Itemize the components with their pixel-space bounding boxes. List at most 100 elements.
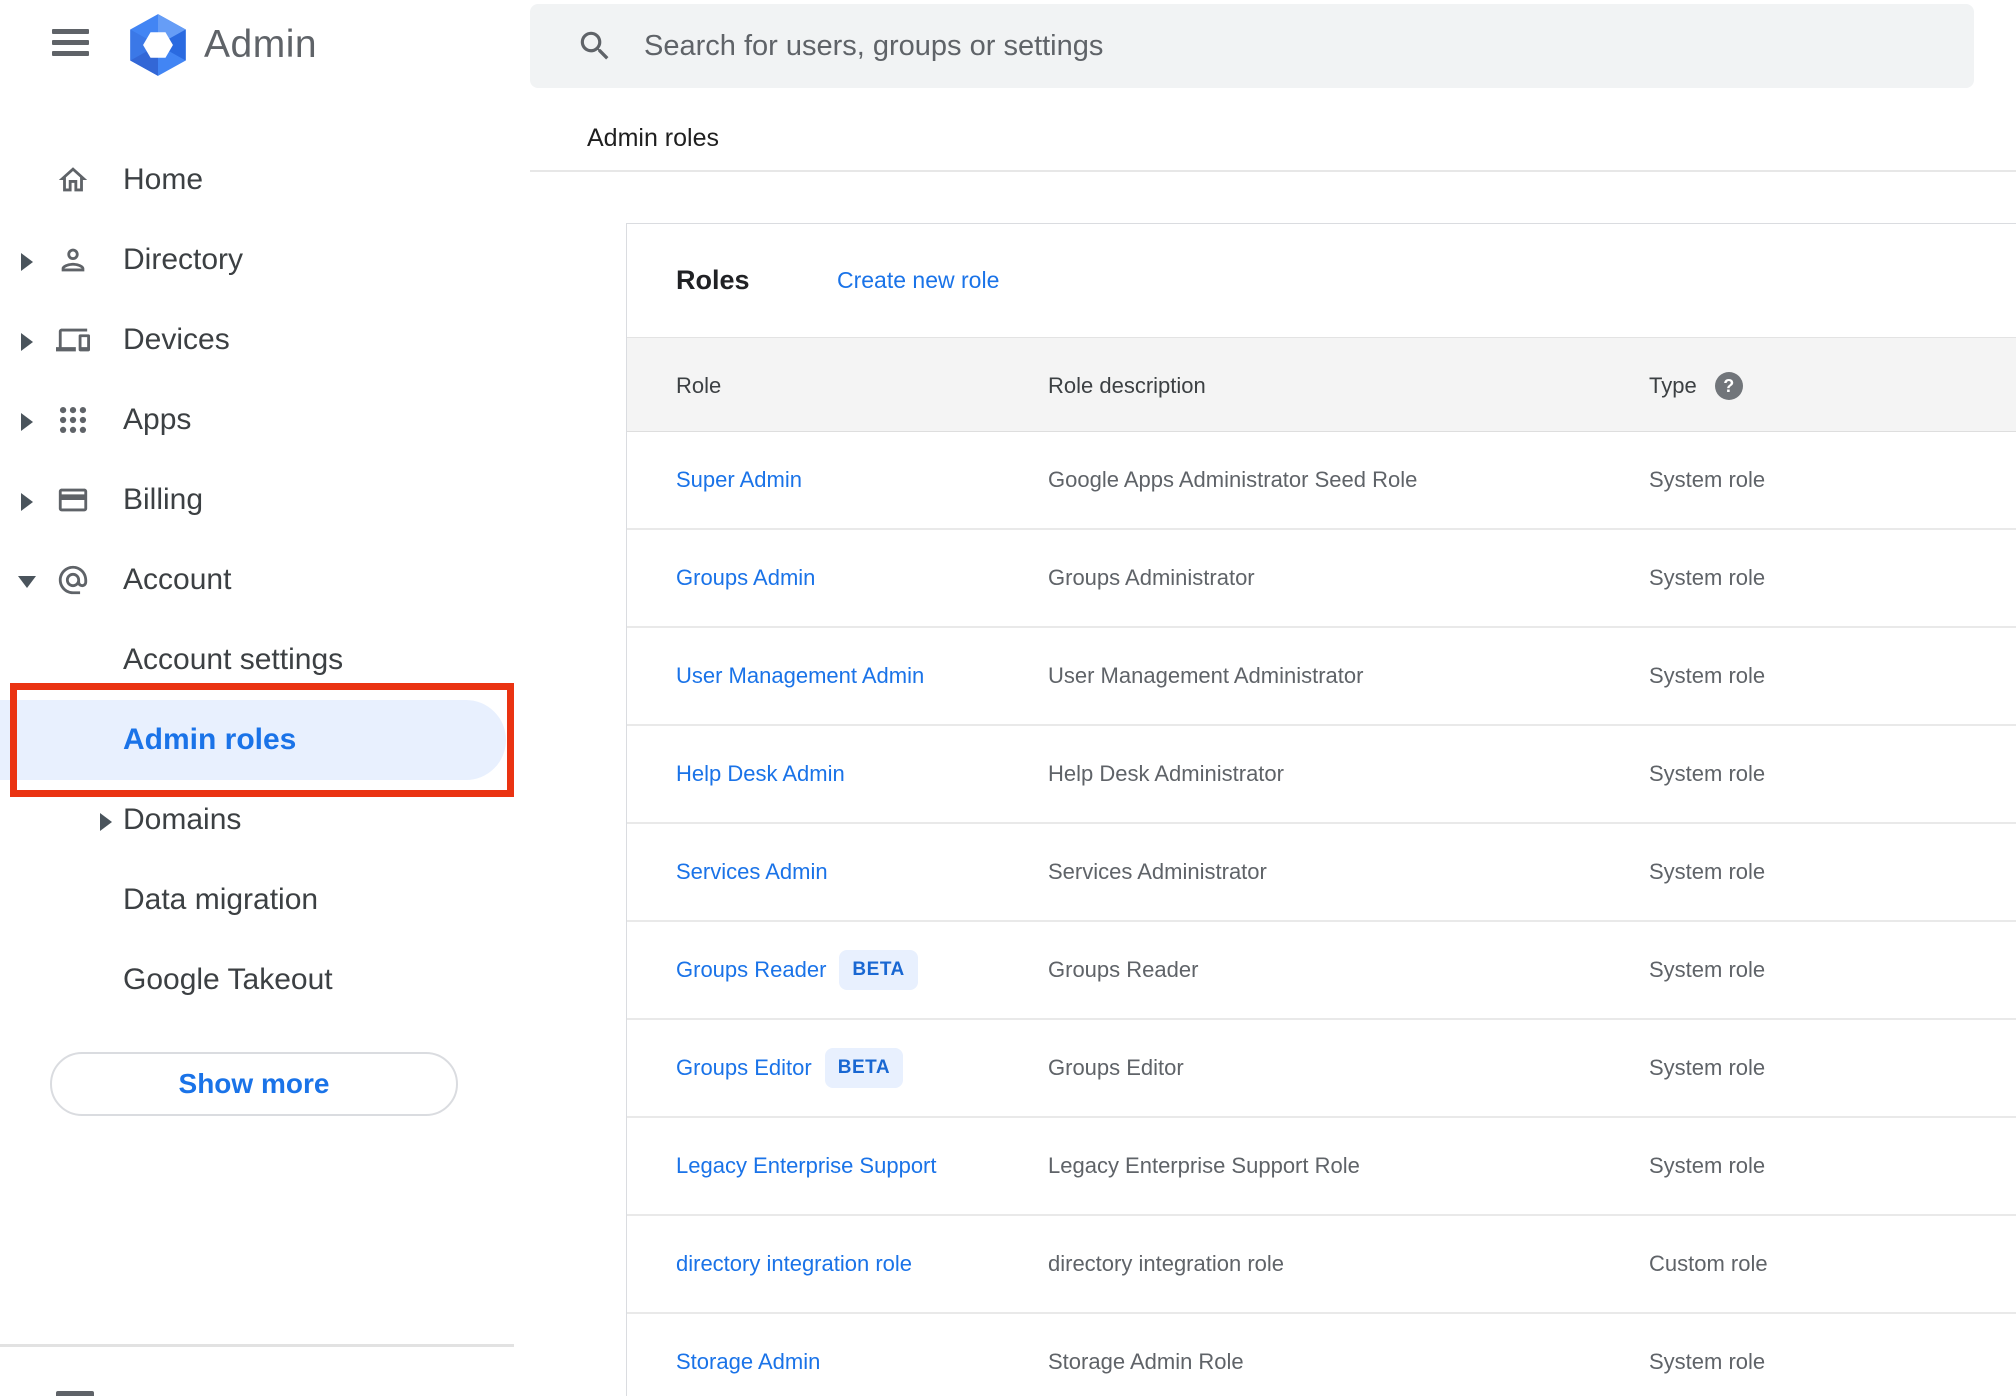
table-row: directory integration role directory int… (627, 1216, 2016, 1314)
role-link[interactable]: Storage Admin (676, 1349, 820, 1375)
sidebar-item-account[interactable]: Account (0, 540, 530, 620)
breadcrumb: Admin roles (587, 124, 719, 152)
role-type: System role (1649, 761, 1766, 786)
sidebar-item-billing[interactable]: Billing (0, 460, 530, 540)
show-more-button[interactable]: Show more (50, 1052, 458, 1116)
sidebar-item-label: Devices (123, 323, 230, 356)
sidebar-item-admin-roles[interactable]: Admin roles (0, 683, 530, 797)
apps-grid-icon (56, 403, 90, 437)
role-description: Services Administrator (1048, 859, 1267, 884)
role-link[interactable]: Groups Reader (676, 957, 826, 983)
billing-card-icon (56, 483, 90, 517)
sidebar-item-label: Account settings (123, 643, 344, 676)
help-icon[interactable]: ? (1714, 371, 1743, 400)
sidebar-item-google-takeout[interactable]: Google Takeout (0, 940, 530, 1020)
table-row: Groups Editor BETA Groups Editor System … (627, 1020, 2016, 1118)
directory-person-icon (56, 243, 90, 277)
role-description: Groups Editor (1048, 1055, 1184, 1080)
role-type: System role (1649, 957, 1766, 982)
card-title: Roles (676, 265, 750, 295)
role-description: Groups Reader (1048, 957, 1199, 982)
beta-badge: BETA (824, 1048, 904, 1088)
column-header-role: Role (676, 373, 722, 398)
app-title: Admin (204, 23, 318, 66)
role-link[interactable]: Services Admin (676, 859, 828, 885)
admin-logo-icon (130, 14, 186, 76)
roles-table-body: Super Admin Google Apps Administrator Se… (627, 432, 2016, 1396)
role-description: directory integration role (1048, 1251, 1285, 1276)
role-description: Google Apps Administrator Seed Role (1048, 467, 1418, 492)
at-sign-icon (56, 563, 90, 597)
search-icon (580, 31, 609, 60)
table-row: Services Admin Services Administrator Sy… (627, 824, 2016, 922)
sidebar-item-label: Directory (123, 243, 244, 276)
sidebar-divider (0, 1344, 514, 1347)
table-row: User Management Admin User Management Ad… (627, 628, 2016, 726)
table-row: Super Admin Google Apps Administrator Se… (627, 432, 2016, 530)
role-description: Legacy Enterprise Support Role (1048, 1153, 1360, 1178)
role-type: Custom role (1649, 1251, 1768, 1276)
expand-right-icon[interactable] (21, 333, 33, 351)
column-header-description: Role description (1048, 373, 1206, 398)
table-row: Groups Admin Groups Administrator System… (627, 530, 2016, 628)
role-description: Help Desk Administrator (1048, 761, 1284, 786)
table-row: Help Desk Admin Help Desk Administrator … (627, 726, 2016, 824)
role-type: System role (1649, 1349, 1766, 1374)
sidebar-item-label: Domains (123, 803, 242, 836)
role-link[interactable]: User Management Admin (676, 663, 924, 689)
table-row: Groups Reader BETA Groups Reader System … (627, 922, 2016, 1020)
role-type: System role (1649, 467, 1766, 492)
role-link[interactable]: Groups Admin (676, 565, 815, 591)
devices-icon (56, 323, 90, 357)
table-header-row: Role Role description Type ? (627, 337, 2016, 432)
sidebar-item-account-settings[interactable]: Account settings (0, 620, 530, 700)
sidebar-item-devices[interactable]: Devices (0, 300, 530, 380)
role-type: System role (1649, 565, 1766, 590)
role-type: System role (1649, 1153, 1766, 1178)
table-row: Legacy Enterprise Support Legacy Enterpr… (627, 1118, 2016, 1216)
sidebar-item-label: Account (123, 563, 232, 596)
home-icon (56, 163, 90, 197)
sidebar-item-data-migration[interactable]: Data migration (0, 860, 530, 940)
sidebar-item-label: Home (123, 163, 204, 196)
role-link[interactable]: Legacy Enterprise Support (676, 1153, 937, 1179)
sidebar-item-label: Data migration (123, 883, 319, 916)
role-description: Storage Admin Role (1048, 1349, 1244, 1374)
expand-right-icon[interactable] (100, 813, 112, 831)
role-description: User Management Administrator (1048, 663, 1364, 688)
admin-console: Admin Home Directory Devices Apps Billin… (0, 0, 2016, 1396)
expand-down-icon[interactable] (18, 576, 36, 588)
partially-visible-icon (56, 1391, 94, 1396)
menu-icon[interactable] (52, 29, 89, 56)
column-header-type-label: Type (1649, 373, 1697, 398)
expand-right-icon[interactable] (21, 413, 33, 431)
beta-badge: BETA (839, 950, 918, 990)
expand-right-icon[interactable] (21, 493, 33, 511)
role-link[interactable]: Super Admin (676, 467, 802, 493)
search-input[interactable] (644, 4, 1924, 88)
roles-card: Roles Create new role Role Role descript… (626, 223, 2016, 1396)
expand-right-icon[interactable] (21, 253, 33, 271)
sidebar-item-domains[interactable]: Domains (0, 780, 530, 860)
admin-logo: Admin (126, 13, 317, 77)
roles-card-header: Roles Create new role (627, 224, 2016, 337)
role-link[interactable]: Help Desk Admin (676, 761, 845, 787)
sidebar-item-directory[interactable]: Directory (0, 220, 530, 300)
role-description: Groups Administrator (1048, 565, 1255, 590)
sidebar-item-label: Admin roles (123, 723, 297, 756)
table-row: Storage Admin Storage Admin Role System … (627, 1314, 2016, 1396)
role-type: System role (1649, 663, 1766, 688)
sidebar: Admin Home Directory Devices Apps Billin… (0, 0, 530, 1396)
role-link[interactable]: directory integration role (676, 1251, 912, 1277)
sidebar-item-label: Billing (123, 483, 204, 516)
sidebar-item-label: Google Takeout (123, 963, 333, 996)
create-new-role-link[interactable]: Create new role (837, 224, 999, 337)
content-divider (530, 170, 2016, 172)
sidebar-item-home[interactable]: Home (0, 140, 530, 220)
role-link[interactable]: Groups Editor (676, 1055, 812, 1081)
sidebar-item-label: Apps (123, 403, 192, 436)
column-header-type: Type ? (1649, 338, 1743, 433)
role-type: System role (1649, 859, 1766, 884)
search-bar[interactable] (530, 4, 1974, 88)
sidebar-item-apps[interactable]: Apps (0, 380, 530, 460)
